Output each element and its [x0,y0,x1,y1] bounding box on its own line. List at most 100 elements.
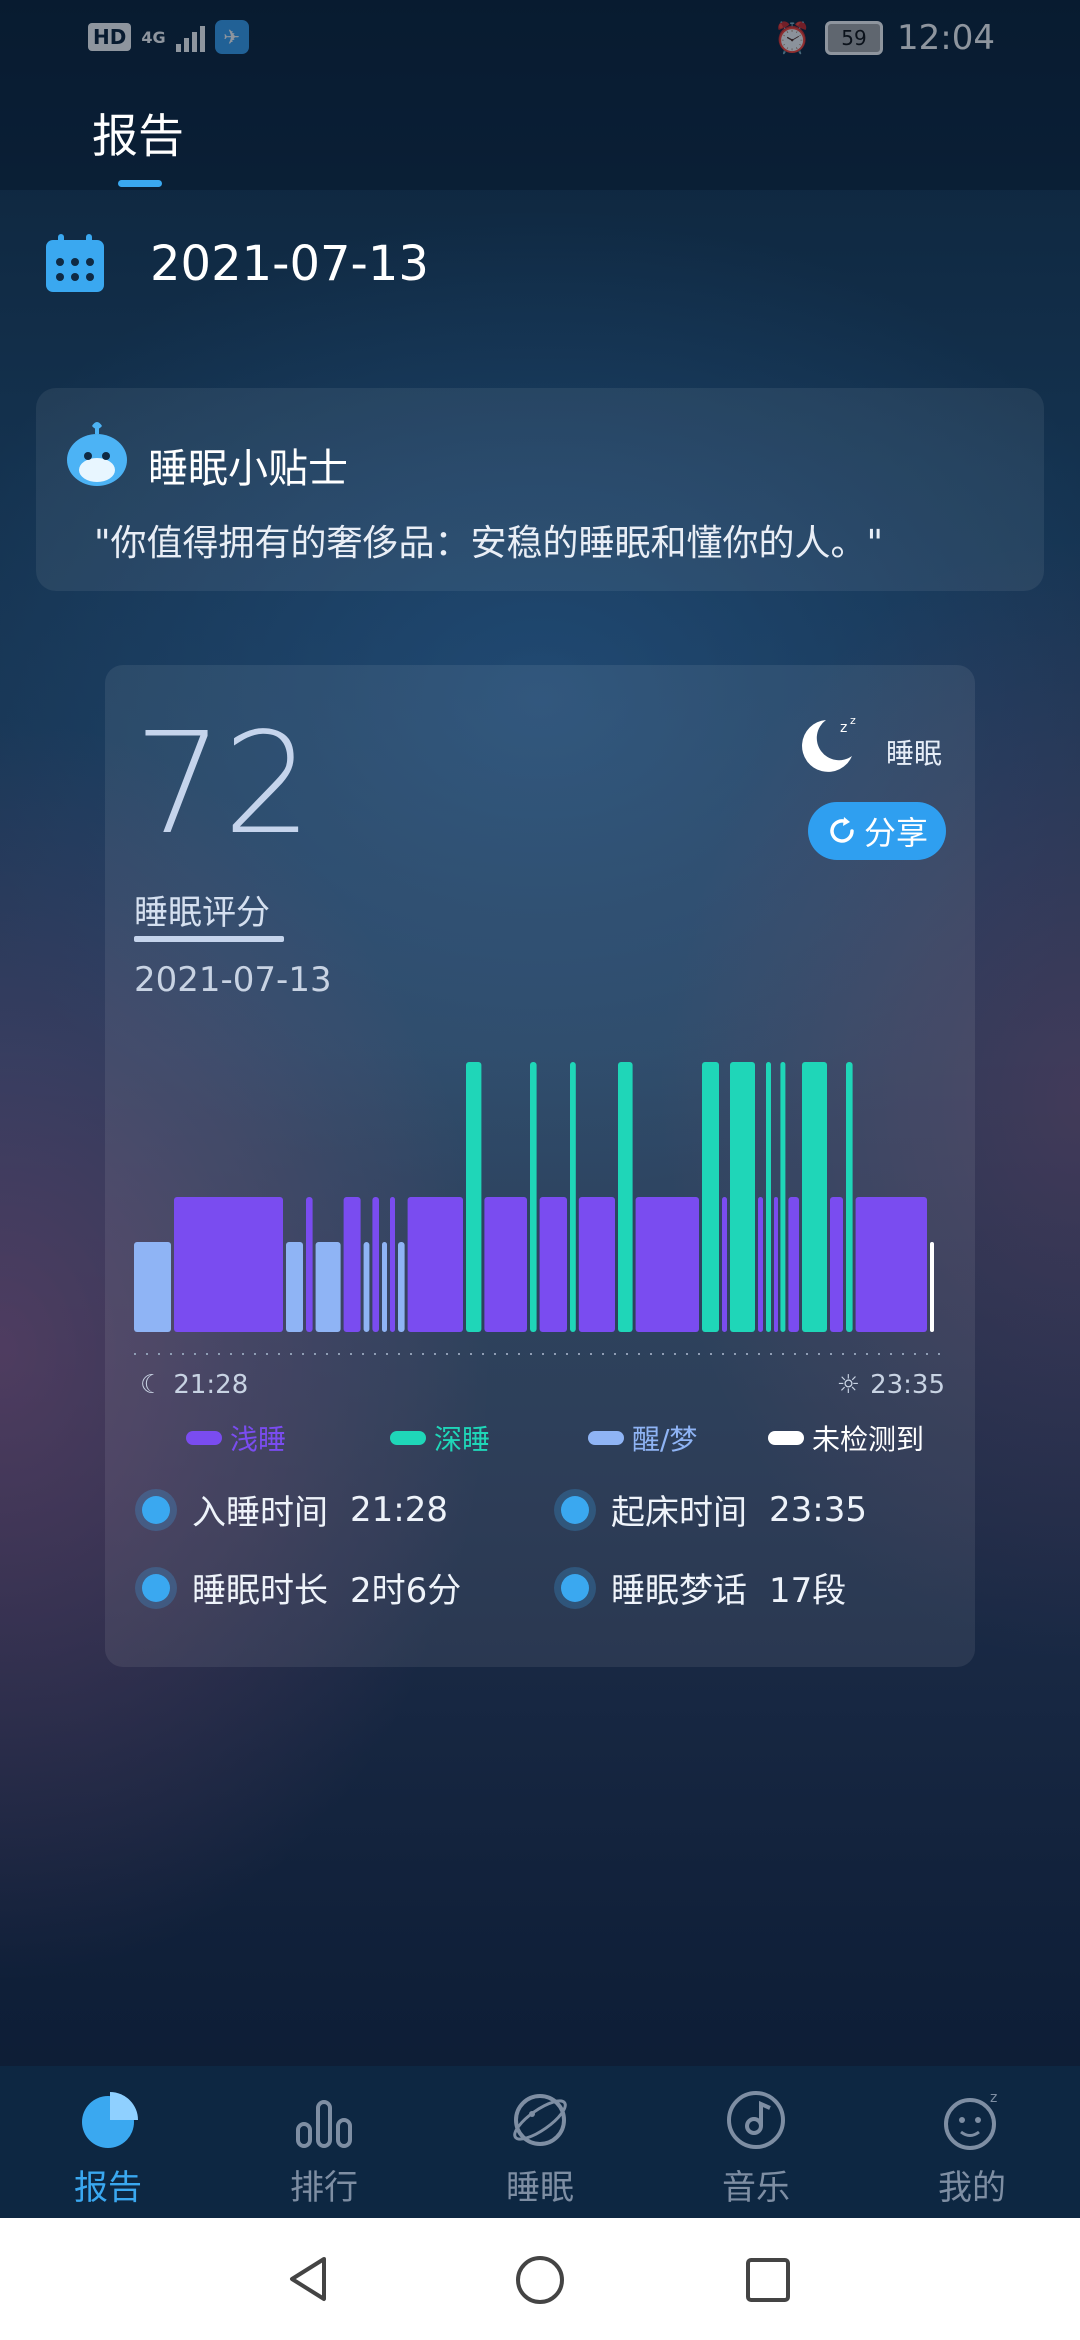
sleep-segment-light [635,1197,699,1332]
sleep-segment-awake [382,1242,387,1332]
legend-swatch [768,1431,804,1445]
sleep-segment-awake [134,1242,171,1332]
stat-label: 睡眠时长 [192,1571,328,1611]
stat-value: 17段 [769,1571,847,1611]
nav-item-sleep[interactable]: 睡眠 [470,2088,610,2209]
legend-swatch [390,1431,426,1445]
svg-text:z: z [990,2090,997,2106]
tip-title: 睡眠小贴士 [148,446,348,492]
music-disc-icon [727,2091,785,2149]
sleep-segment-light [774,1197,778,1332]
sleep-segment-light [722,1197,727,1332]
share-button[interactable]: 分享 [808,802,946,860]
sleep-segment-deep [766,1062,771,1332]
stat-label: 入睡时间 [192,1493,328,1533]
score-underline [134,936,284,942]
whale-mascot-icon [67,422,127,486]
tip-text: "你值得拥有的奢侈品：安稳的睡眠和懂你的人。" [94,523,884,564]
sleep-segment-light [788,1197,799,1332]
nav-label: 音乐 [722,2168,790,2208]
svg-text:z: z [850,714,856,727]
bar-chart-icon [296,2100,352,2148]
sleep-segment-deep [802,1062,827,1332]
page-title[interactable]: 报告 [92,100,184,166]
recents-icon[interactable] [744,2256,792,2304]
sleep-score-label: 睡眠评分 [134,893,270,933]
stat-value: 21:28 [350,1489,448,1530]
tab-indicator [118,180,162,187]
legend-swatch [588,1431,624,1445]
stat-dot-icon [561,1573,589,1602]
sleep-score: 72 [134,703,313,866]
sleep-segment-light [372,1197,379,1332]
home-icon[interactable] [514,2254,566,2306]
sleep-segment-deep [530,1062,537,1332]
stat-dot-icon [142,1573,170,1602]
sleep-segment-deep [846,1062,853,1332]
sleep-segment-undetected [930,1242,934,1332]
sleep-segment-light [830,1197,843,1332]
stat-wake-time: 起床时间 23:35 [553,1485,867,1534]
sleep-segment-light [343,1197,361,1332]
sleep-segment-deep [780,1062,786,1332]
stat-value: 23:35 [769,1489,867,1530]
sleep-segment-deep [702,1062,719,1332]
sleep-segment-light [390,1197,395,1332]
sleep-segment-light [407,1197,463,1332]
sleep-segment-deep [466,1062,482,1332]
sleep-tag-label: 睡眠 [886,737,943,770]
legend-label: 深睡 [434,1423,491,1456]
stat-sleep-duration: 睡眠时长 2时6分 [134,1563,461,1612]
stat-value: 2时6分 [350,1571,462,1611]
end-time-label: ☼ 23:35 [837,1370,945,1400]
planet-icon [513,2094,567,2146]
start-time: 21:28 [173,1370,249,1400]
svg-text:z: z [840,720,847,736]
smiley-icon: z [944,2090,997,2150]
stat-sleep-start: 入睡时间 21:28 [134,1485,448,1534]
nav-item-music[interactable]: 音乐 [686,2088,826,2209]
sleep-segment-light [855,1197,927,1332]
legend-label: 未检测到 [812,1423,925,1456]
sun-small-icon: ☼ [836,1370,861,1400]
sleep-segment-awake [315,1242,341,1332]
sleep-segment-light [758,1197,763,1332]
system-nav-bar [0,2218,1080,2340]
sleep-segment-awake [398,1242,405,1332]
stat-dot-icon [561,1495,589,1524]
nav-item-ranking[interactable]: 排行 [254,2088,394,2209]
score-date: 2021-07-13 [134,960,332,1000]
nav-label: 睡眠 [506,2168,574,2208]
legend-light-sleep: 浅睡 [186,1418,286,1458]
sleep-stage-chart [134,1062,934,1332]
sleep-segment-deep [570,1062,576,1332]
legend-swatch [186,1431,222,1445]
back-icon[interactable] [284,2254,334,2304]
sleep-segment-awake [286,1242,303,1332]
stat-sleep-talk: 睡眠梦话 17段 [553,1563,846,1612]
nav-label: 排行 [290,2168,358,2208]
sleep-segment-light [306,1197,313,1332]
share-label: 分享 [863,814,928,852]
end-time: 23:35 [870,1370,945,1400]
start-time-label: ☾ 21:28 [140,1370,248,1400]
moon-sleep-icon: z z [802,714,856,772]
legend-awake-dream: 醒/梦 [588,1418,697,1458]
report-date[interactable]: 2021-07-13 [150,236,429,292]
calendar-icon[interactable] [44,232,106,294]
sleep-segment-light [174,1197,283,1332]
sleep-segment-deep [730,1062,755,1332]
sleep-segment-light [539,1197,567,1332]
moon-small-icon: ☾ [140,1370,164,1400]
nav-item-report[interactable]: 报告 [38,2088,178,2209]
nav-label: 我的 [938,2168,1006,2208]
sleep-segment-deep [618,1062,633,1332]
legend-deep-sleep: 深睡 [390,1418,490,1458]
stat-label: 睡眠梦话 [611,1571,747,1611]
sleep-segment-light [484,1197,527,1332]
stat-dot-icon [142,1495,170,1524]
sleep-segment-light [578,1197,615,1332]
legend-label: 浅睡 [230,1423,287,1456]
nav-item-mine[interactable]: z 我的 [902,2088,1042,2209]
nav-label: 报告 [74,2168,142,2208]
